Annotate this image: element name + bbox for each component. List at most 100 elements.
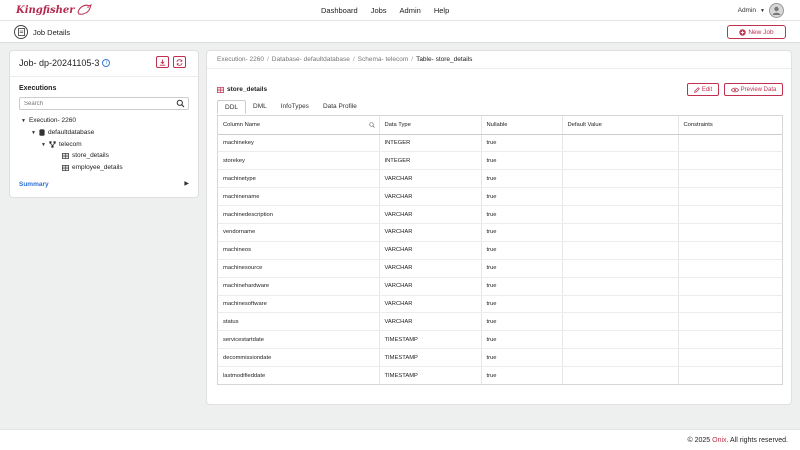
table-row: machinesoftware VARCHAR true <box>218 295 782 314</box>
nav-help[interactable]: Help <box>434 6 449 15</box>
column-header[interactable]: Column Name <box>218 116 380 135</box>
ddl-table: Column Name Data Type Nullable Default V… <box>217 115 783 386</box>
panel-divider <box>10 76 198 77</box>
download-button[interactable] <box>156 56 169 68</box>
table-cell: true <box>481 241 563 260</box>
breadcrumb-item[interactable]: Execution- 2260 <box>217 56 264 63</box>
table-cell <box>562 259 679 278</box>
search-field[interactable] <box>19 97 189 110</box>
tree-table-item[interactable]: store_details <box>62 152 109 159</box>
footer: © 2025 Onix. All rights reserved. <box>0 429 800 450</box>
table-row: status VARCHAR true <box>218 312 782 332</box>
copyright-prefix: © 2025 <box>687 437 713 444</box>
breadcrumb: Execution- 2260 / Database- defaultdatabas… <box>217 56 472 63</box>
table-cell <box>562 366 679 385</box>
table-icon <box>62 164 69 171</box>
table-row: servicestartdate TIMESTAMP true <box>218 330 782 350</box>
table-cell: TIMESTAMP <box>379 330 482 350</box>
table-name-heading: store_details <box>217 86 267 93</box>
table-cell: true <box>481 277 563 296</box>
search-input[interactable] <box>20 98 170 109</box>
job-title-text: Job- dp-20241105-3 <box>19 58 100 68</box>
preview-data-button[interactable]: Preview Data <box>724 83 783 96</box>
tab-ddl[interactable]: DDL <box>217 100 247 114</box>
user-avatar-icon[interactable] <box>769 3 784 18</box>
nav-dashboard[interactable]: Dashboard <box>321 6 358 15</box>
table-row: decommissiondate TIMESTAMP true <box>218 348 782 368</box>
caret-down-icon[interactable]: ▼ <box>31 130 36 136</box>
tree-table-label: employee_details <box>72 164 123 171</box>
tab-infotypes[interactable]: InfoTypes <box>274 100 316 114</box>
nav-jobs[interactable]: Jobs <box>371 6 387 15</box>
table-cell: VARCHAR <box>379 223 482 242</box>
tab-dml[interactable]: DML <box>246 100 274 114</box>
table-cell: machinename <box>218 187 380 207</box>
tree-table-item[interactable]: employee_details <box>62 164 123 171</box>
table-cell <box>562 295 679 314</box>
table-cell <box>678 187 782 207</box>
table-row: lastmodifieddate TIMESTAMP true <box>218 366 782 385</box>
new-job-label: New Job <box>748 28 774 36</box>
tab-data-profile[interactable]: Data Profile <box>316 100 364 114</box>
table-cell <box>562 151 679 171</box>
tree-execution-label: Execution- 2260 <box>28 117 76 124</box>
new-job-button[interactable]: New Job <box>727 25 786 39</box>
app-name: Kingfisher <box>16 4 75 16</box>
table-cell: machinesoftware <box>218 295 380 314</box>
table-cell: machineos <box>218 241 380 260</box>
footer-brand-link[interactable]: Onix <box>712 437 726 444</box>
table-cell: true <box>481 134 563 153</box>
breadcrumb-item[interactable]: Database- defaultdatabase <box>272 56 350 63</box>
table-cell: decommissiondate <box>218 348 380 368</box>
table-cell: VARCHAR <box>379 277 482 296</box>
table-cell: true <box>481 348 563 368</box>
tree-schema-label: telecom <box>58 141 82 148</box>
table-cell: TIMESTAMP <box>379 348 482 368</box>
table-cell <box>678 259 782 278</box>
app-logo[interactable]: Kingfisher <box>16 3 92 17</box>
eye-icon <box>730 87 739 92</box>
pencil-icon <box>693 86 700 93</box>
table-row: machinesource VARCHAR true <box>218 259 782 278</box>
search-icon[interactable] <box>368 122 375 128</box>
summary-link[interactable]: Summary <box>19 181 49 188</box>
search-icon[interactable] <box>176 99 185 108</box>
caret-right-icon[interactable]: ▶ <box>184 180 189 187</box>
table-cell: machinesource <box>218 259 380 278</box>
edit-button[interactable]: Edit <box>687 83 719 96</box>
tree-database-label: defaultdatabase <box>47 129 95 136</box>
table-cell: VARCHAR <box>379 205 482 224</box>
column-header[interactable]: Nullable <box>481 116 563 135</box>
main-nav: Dashboard Jobs Admin Help <box>321 6 449 15</box>
user-menu[interactable]: Admin ▼ <box>738 3 784 18</box>
table-cell: lastmodifieddate <box>218 366 380 385</box>
table-cell: machinedescription <box>218 205 380 224</box>
column-header[interactable]: Constraints <box>678 116 782 135</box>
table-row: machinekey INTEGER true <box>218 134 782 153</box>
table-cell: servicestartdate <box>218 330 380 350</box>
caret-down-icon[interactable]: ▼ <box>21 118 26 124</box>
tree-table-label: store_details <box>72 152 109 159</box>
table-cell: INTEGER <box>379 134 482 153</box>
column-header[interactable]: Default Value <box>562 116 679 135</box>
tree-execution[interactable]: ▼ Execution- 2260 <box>21 117 76 124</box>
table-body: machinekey INTEGER true storekey INTEGER true… <box>218 134 782 385</box>
table-cell: true <box>481 187 563 207</box>
tree-database[interactable]: ▼ defaultdatabase <box>31 129 94 136</box>
table-cell: VARCHAR <box>379 312 482 332</box>
table-cell <box>678 151 782 171</box>
table-cell: machinetype <box>218 169 380 189</box>
caret-down-icon[interactable]: ▼ <box>41 142 46 148</box>
info-icon[interactable]: i <box>102 59 111 67</box>
job-title: Job- dp-20241105-3 i <box>19 58 111 68</box>
tree-schema[interactable]: ▼ telecom <box>41 141 82 148</box>
refresh-button[interactable] <box>173 56 186 68</box>
breadcrumb-separator: / <box>411 56 414 63</box>
column-header[interactable]: Data Type <box>379 116 482 135</box>
breadcrumb-item[interactable]: Schema- telecom <box>358 56 409 63</box>
table-cell: INTEGER <box>379 151 482 171</box>
nav-admin[interactable]: Admin <box>400 6 421 15</box>
database-icon <box>39 129 45 136</box>
table-cell: true <box>481 151 563 171</box>
table-cell: true <box>481 366 563 385</box>
